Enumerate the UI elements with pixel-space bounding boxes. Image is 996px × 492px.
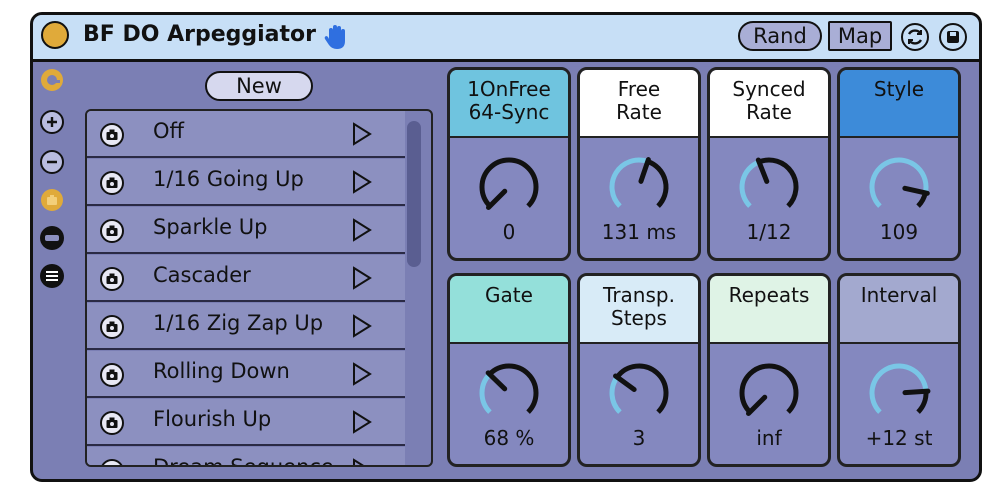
knob-dial[interactable]: [604, 152, 674, 222]
knob-value-arc: [739, 159, 761, 208]
rand-button[interactable]: Rand: [738, 21, 822, 51]
knob-track: [916, 391, 929, 414]
knob-label: Transp. Steps: [580, 276, 698, 344]
preset-list-item[interactable]: 1/16 Zig Zap Up: [87, 303, 405, 350]
knob-label: Interval: [840, 276, 958, 344]
save-icon[interactable]: [939, 23, 967, 51]
preset-list-item[interactable]: Off: [87, 111, 405, 158]
knob-value-arc: [869, 363, 929, 414]
knob-track: [615, 363, 669, 414]
device-title: BF DO Arpeggiator: [83, 22, 316, 47]
hot-swap-icon[interactable]: [901, 23, 929, 51]
knob-cell[interactable]: Repeats inf: [707, 273, 831, 467]
device-frame: BF DO Arpeggiator Rand Map New Off 1/16 …: [30, 12, 982, 482]
camera-icon[interactable]: [99, 266, 125, 292]
knob-needle: [613, 373, 637, 392]
preset-list-item[interactable]: Cascader: [87, 255, 405, 302]
play-icon[interactable]: [351, 361, 373, 387]
list-view-icon[interactable]: [39, 263, 65, 289]
play-icon[interactable]: [351, 217, 373, 243]
preset-scrollbar[interactable]: [407, 121, 421, 267]
hand-icon: [324, 25, 345, 49]
plus-icon[interactable]: [39, 109, 65, 135]
collapse-icon[interactable]: [39, 225, 65, 251]
knob-value: 1/12: [746, 220, 792, 244]
knob-cell[interactable]: Interval +12 st: [837, 273, 961, 467]
knob-track: [758, 157, 799, 208]
orange-target-icon[interactable]: [39, 67, 65, 93]
knob-value: inf: [756, 426, 782, 450]
knob-value: 68 %: [483, 426, 535, 450]
knob-dial[interactable]: [864, 152, 934, 222]
play-icon[interactable]: [351, 457, 373, 467]
camera-icon[interactable]: [99, 170, 125, 196]
knob-label: Style: [840, 70, 958, 138]
new-preset-button[interactable]: New: [205, 71, 313, 101]
knob-needle: [485, 188, 508, 211]
knob-value-arc: [479, 372, 492, 414]
knob-needle: [745, 394, 768, 417]
orange-camera-icon[interactable]: [39, 187, 65, 213]
knob-dial[interactable]: [734, 358, 804, 428]
knob-cell[interactable]: Transp. Steps 3: [577, 273, 701, 467]
map-button[interactable]: Map: [828, 21, 892, 51]
knob-value-arc: [869, 157, 929, 208]
preset-list[interactable]: Off 1/16 Going Up Sparkle Up Cascader 1/16 Z…: [85, 109, 433, 467]
play-icon[interactable]: [351, 409, 373, 435]
play-icon[interactable]: [351, 121, 373, 147]
knob-dial[interactable]: [474, 358, 544, 428]
preset-list-item[interactable]: Dream Sequence: [87, 447, 405, 467]
camera-icon[interactable]: [99, 218, 125, 244]
knob-value: 3: [632, 426, 646, 450]
knob-needle: [902, 388, 931, 396]
knob-cell[interactable]: Synced Rate 1/12: [707, 67, 831, 261]
knob-label: Synced Rate: [710, 70, 828, 138]
knob-dial[interactable]: [474, 152, 544, 222]
camera-icon[interactable]: [99, 314, 125, 340]
knob-track: [487, 363, 539, 414]
preset-list-item[interactable]: Flourish Up: [87, 399, 405, 446]
knob-cell[interactable]: Style 109: [837, 67, 961, 261]
knob-label: Gate: [450, 276, 568, 344]
knob-label: Repeats: [710, 276, 828, 344]
knob-cell[interactable]: 1OnFree 64-Sync 0: [447, 67, 571, 261]
play-icon[interactable]: [351, 313, 373, 339]
play-icon[interactable]: [351, 169, 373, 195]
knob-label: Free Rate: [580, 70, 698, 138]
knob-value: 109: [879, 220, 919, 244]
knob-value: +12 st: [865, 426, 933, 450]
knob-needle: [485, 370, 508, 392]
camera-icon[interactable]: [99, 362, 125, 388]
knob-track: [739, 363, 799, 414]
knob-cell[interactable]: Free Rate 131 ms: [577, 67, 701, 261]
knob-dial[interactable]: [864, 358, 934, 428]
title-bar: BF DO Arpeggiator Rand Map: [33, 15, 979, 62]
knob-needle: [638, 157, 651, 184]
knob-track: [479, 157, 539, 208]
camera-icon[interactable]: [99, 410, 125, 436]
camera-icon[interactable]: [99, 122, 125, 148]
device-activator-button[interactable]: [41, 21, 69, 49]
knob-dial[interactable]: [734, 152, 804, 222]
preset-list-item[interactable]: 1/16 Going Up: [87, 159, 405, 206]
knob-cell[interactable]: Gate 68 %: [447, 273, 571, 467]
play-icon[interactable]: [351, 265, 373, 291]
preset-list-item[interactable]: Rolling Down: [87, 351, 405, 398]
knob-dial[interactable]: [604, 358, 674, 428]
minus-icon[interactable]: [39, 149, 65, 175]
knob-value-arc: [609, 375, 622, 414]
preset-list-item[interactable]: Sparkle Up: [87, 207, 405, 254]
camera-icon[interactable]: [99, 458, 125, 467]
knob-value: 131 ms: [601, 220, 677, 244]
knob-label: 1OnFree 64-Sync: [450, 70, 568, 138]
knob-track: [646, 159, 669, 208]
knob-value: 0: [502, 220, 516, 244]
